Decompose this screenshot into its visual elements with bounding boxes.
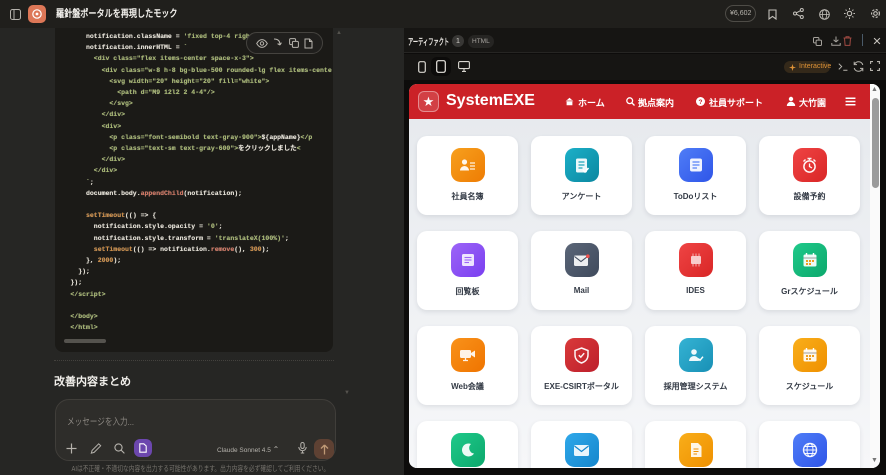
- svg-text:?: ?: [699, 99, 703, 106]
